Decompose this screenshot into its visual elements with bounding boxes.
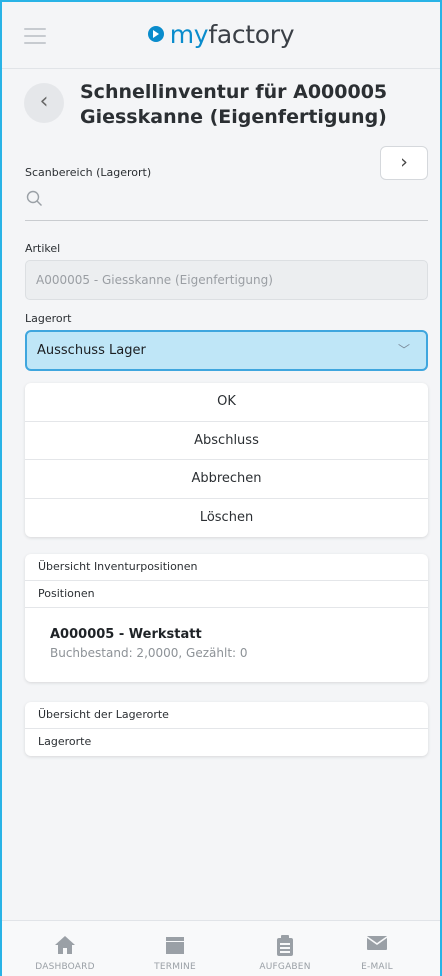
- back-button[interactable]: ‹: [24, 83, 64, 123]
- nav-dashboard-label: DASHBOARD: [35, 962, 95, 972]
- page-title: Schnellinventur für A000005 Giesskanne (…: [80, 80, 387, 130]
- positions-overview-card: Übersicht Inventurpositionen Positionen …: [25, 554, 428, 682]
- nav-email-label: E-MAIL: [361, 962, 393, 972]
- search-icon: [26, 190, 43, 207]
- mail-icon: [322, 935, 432, 959]
- nav-termine[interactable]: TERMINE: [120, 921, 230, 976]
- nav-termine-label: TERMINE: [154, 962, 196, 972]
- cancel-button[interactable]: Abbrechen: [25, 460, 428, 499]
- nav-email[interactable]: E-MAIL: [322, 921, 432, 976]
- top-bar: myfactory: [0, 0, 442, 72]
- chevron-down-icon: ﹀: [397, 343, 410, 357]
- finish-button[interactable]: Abschluss: [25, 422, 428, 460]
- scan-label: Scanbereich (Lagerort): [25, 166, 152, 179]
- locations-overview-card: Übersicht der Lagerorte Lagerorte: [25, 702, 428, 756]
- location-select-value: Ausschuss Lager: [37, 343, 146, 358]
- header-divider: [2, 68, 440, 69]
- bottom-nav: DASHBOARD TERMINE AUFGABEN E-MAIL: [0, 920, 442, 976]
- locations-overview-title: Übersicht der Lagerorte: [25, 702, 428, 729]
- location-label: Lagerort: [25, 312, 72, 325]
- positions-overview-title: Übersicht Inventurpositionen: [25, 554, 428, 581]
- page-title-line2: Giesskanne (Eigenfertigung): [80, 106, 387, 128]
- calendar-icon: [120, 935, 230, 959]
- article-label: Artikel: [25, 242, 61, 255]
- app-logo: myfactory: [0, 20, 442, 49]
- logo-my: my: [169, 20, 209, 49]
- home-icon: [10, 935, 120, 959]
- next-button[interactable]: ›: [380, 146, 428, 180]
- scan-input[interactable]: [25, 220, 428, 221]
- positions-subtitle: Positionen: [25, 581, 428, 608]
- action-list: OK Abschluss Abbrechen Löschen: [25, 383, 428, 537]
- position-detail: Buchbestand: 2,0000, Gezählt: 0: [50, 646, 248, 660]
- nav-dashboard[interactable]: DASHBOARD: [10, 921, 120, 976]
- ok-button[interactable]: OK: [25, 383, 428, 422]
- logo-factory: factory: [208, 20, 295, 49]
- logo-play-icon: [147, 26, 164, 42]
- list-item[interactable]: A000005 - Werkstatt Buchbestand: 2,0000,…: [25, 608, 428, 682]
- chevron-left-icon: ‹: [39, 89, 49, 114]
- delete-button[interactable]: Löschen: [25, 499, 428, 538]
- position-title: A000005 - Werkstatt: [50, 627, 202, 642]
- location-select[interactable]: Ausschuss Lager ﹀: [25, 330, 428, 371]
- article-field: A000005 - Giesskanne (Eigenfertigung): [25, 260, 428, 300]
- locations-subtitle: Lagerorte: [38, 735, 92, 748]
- page-title-line1: Schnellinventur für A000005: [80, 81, 388, 103]
- chevron-right-icon: ›: [400, 151, 408, 173]
